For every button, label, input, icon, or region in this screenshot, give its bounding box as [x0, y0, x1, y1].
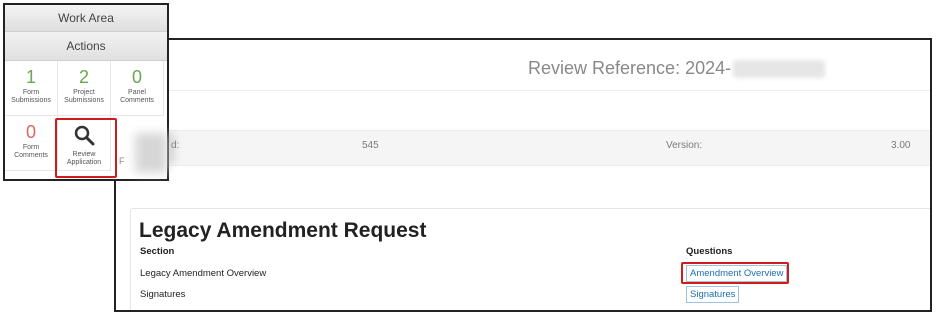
highlight-box	[681, 262, 789, 284]
form-comments-count: 0	[25, 122, 36, 142]
legacy-amendment-card: Legacy Amendment Request Section Questio…	[130, 208, 930, 310]
section-row-1: Legacy Amendment Overview	[140, 268, 267, 279]
review-reference-label: Review Reference: 2024-	[528, 58, 732, 78]
form-submissions-label: Form Submissions	[11, 89, 51, 104]
field-label: d:	[171, 140, 180, 151]
project-submissions-label: Project Submissions	[64, 89, 104, 104]
signatures-link[interactable]: Signatures	[686, 286, 740, 303]
field-value: 545	[362, 140, 379, 151]
review-application-highlight	[55, 118, 117, 178]
form-comments-label: Form Comments	[14, 144, 48, 159]
card-title: Legacy Amendment Request	[139, 219, 427, 242]
review-reference-title: Review Reference: 2024-	[528, 58, 826, 79]
redacted-reference	[733, 60, 826, 79]
work-area-panel: Work Area Actions 1 Form Submissions 2 Pr…	[3, 3, 169, 181]
project-submissions-count: 2	[78, 67, 89, 87]
version-label: Version:	[666, 140, 703, 151]
tile-form-comments[interactable]: 0 Form Comments	[5, 116, 58, 171]
tile-panel-comments[interactable]: 0 Panel Comments	[111, 61, 164, 116]
actions-header: Actions	[5, 32, 167, 61]
panel-comments-label: Panel Comments	[120, 89, 154, 104]
questions-column-header: Questions	[686, 246, 733, 257]
panel-comments-count: 0	[131, 67, 142, 87]
redacted-side	[135, 133, 167, 173]
tile-form-submissions[interactable]: 1 Form Submissions	[5, 61, 58, 116]
side-text: F	[119, 156, 125, 166]
divider	[116, 90, 930, 91]
form-submissions-count: 1	[25, 67, 36, 87]
work-area-header: Work Area	[5, 5, 167, 32]
section-column-header: Section	[140, 246, 175, 257]
version-value: 3.00	[891, 140, 911, 151]
info-bar: d: 545 Version: 3.00	[116, 130, 930, 166]
section-row-2: Signatures	[140, 289, 186, 300]
tile-project-submissions[interactable]: 2 Project Submissions	[58, 61, 111, 116]
review-page: Review Reference: 2024- d: 545 Version: …	[114, 38, 932, 312]
